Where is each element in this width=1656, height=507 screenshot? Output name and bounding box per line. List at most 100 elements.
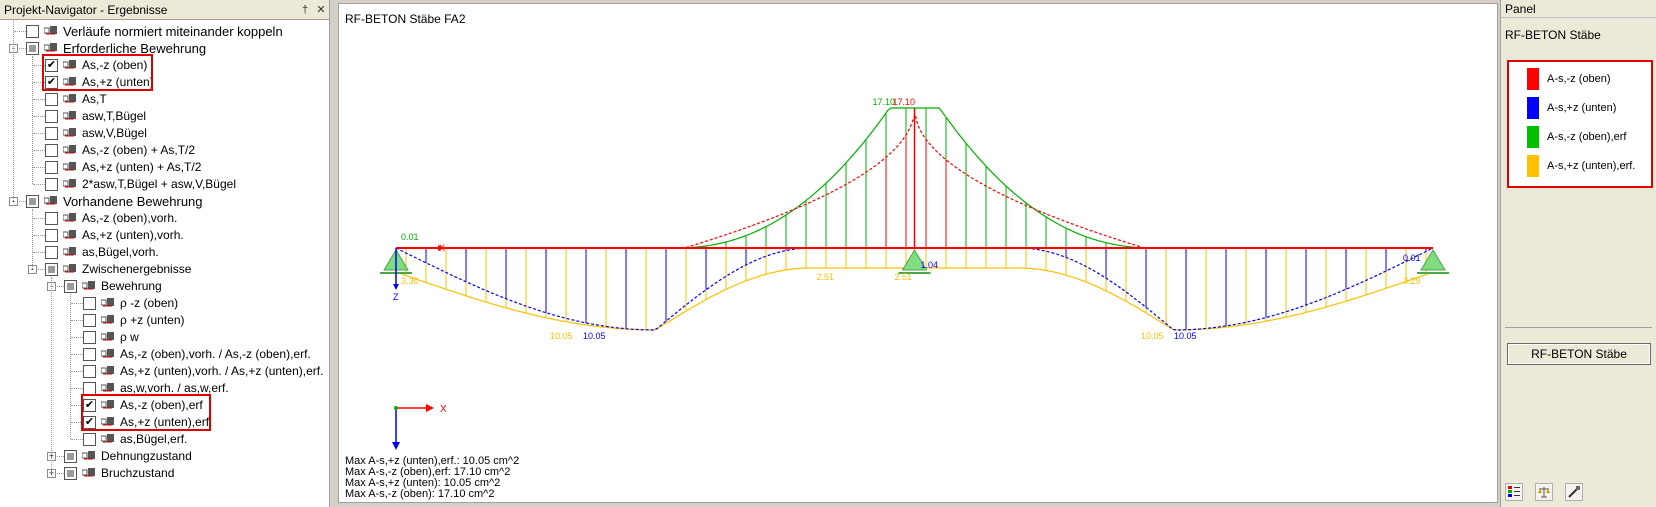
- tree-checkbox[interactable]: [26, 24, 39, 38]
- tree-connector: [33, 218, 45, 219]
- legend-item: A-s,-z (oben),erf: [1527, 126, 1626, 148]
- tree-checkbox[interactable]: [45, 92, 58, 106]
- tree-checkbox[interactable]: [83, 432, 96, 446]
- tree-checkbox[interactable]: [83, 330, 96, 344]
- color-scale-icon[interactable]: [1505, 483, 1523, 501]
- result-type-icon: [63, 94, 76, 103]
- tree-checkbox[interactable]: [45, 245, 58, 259]
- result-type-icon: [101, 349, 114, 358]
- tree-item[interactable]: as,Bügel,vorh.: [45, 243, 159, 261]
- value-label: 0.01: [1403, 253, 1421, 263]
- panel-toolbar: [1505, 483, 1583, 501]
- navigator-title: Projekt-Navigator - Ergebnisse: [4, 2, 168, 17]
- support-right: [1420, 249, 1446, 271]
- pin-icon[interactable]: †: [297, 4, 313, 16]
- tree-item-label: Vorhandene Bewehrung: [63, 193, 203, 209]
- tree-item[interactable]: As,T: [45, 90, 107, 108]
- tree-checkbox[interactable]: [45, 143, 58, 157]
- tree-connector: [71, 371, 83, 372]
- legend-item: A-s,+z (unten),erf.: [1527, 155, 1635, 177]
- tree-connector: [32, 56, 33, 184]
- graphics-view[interactable]: RF-BETON Stäbe FA2 17.10 17.10 0.01 3.30 0.0…: [338, 3, 1498, 503]
- value-label: 3.29: [1403, 276, 1421, 286]
- tree-checkbox[interactable]: [83, 347, 96, 361]
- curve-as-minus-z: [396, 112, 1431, 249]
- tree-checkbox[interactable]: [45, 262, 58, 276]
- tree-checkbox[interactable]: [64, 466, 77, 480]
- legend-swatch: [1527, 155, 1539, 177]
- tree-checkbox[interactable]: [45, 109, 58, 123]
- tree-item[interactable]: Bruchzustand: [64, 464, 174, 482]
- value-label: 0.01: [401, 232, 419, 242]
- tree-checkbox[interactable]: [45, 211, 58, 225]
- tree-item[interactable]: ρ w: [83, 328, 139, 346]
- tree-checkbox[interactable]: [45, 177, 58, 191]
- result-type-icon: [44, 43, 57, 52]
- local-z-arrow: [393, 284, 399, 290]
- legend-label: A-s,+z (unten): [1547, 102, 1617, 114]
- tree-connector: [71, 320, 83, 321]
- tree-checkbox[interactable]: [83, 381, 96, 395]
- tree-item[interactable]: Zwischenergebnisse: [45, 260, 191, 278]
- max-values-info: Max A-s,+z (unten),erf.: 10.05 cm^2 Max …: [345, 456, 519, 500]
- tree-item-label: As,-z (oben),vorh.: [82, 211, 178, 225]
- tree-item[interactable]: As,+z (unten) + As,T/2: [45, 158, 201, 176]
- tree-checkbox[interactable]: [45, 160, 58, 174]
- tree-item[interactable]: As,+z (unten),vorh.: [45, 226, 184, 244]
- tree-item[interactable]: Dehnungzustand: [64, 447, 192, 465]
- result-type-icon: [63, 230, 76, 239]
- tree-item[interactable]: As,+z (unten),vorh. / As,+z (unten),erf.: [83, 362, 323, 380]
- tree-item[interactable]: Bewehrung: [64, 277, 162, 295]
- tree-checkbox[interactable]: [83, 313, 96, 327]
- tree-item[interactable]: As,-z (oben) + As,T/2: [45, 141, 195, 159]
- result-type-icon: [101, 298, 114, 307]
- tree-connector: [70, 294, 71, 439]
- highlight-box: [81, 394, 211, 431]
- rf-beton-button[interactable]: RF-BETON Stäbe: [1507, 343, 1651, 365]
- tree-connector: [13, 20, 14, 201]
- tree-item-label: as,Bügel,erf.: [120, 432, 188, 446]
- tree-item[interactable]: As,-z (oben),vorh. / As,-z (oben),erf.: [83, 345, 311, 363]
- tree-item[interactable]: Vorhandene Bewehrung: [26, 192, 203, 210]
- value-label: 17.10: [893, 97, 916, 107]
- tree-item[interactable]: ρ +z (unten): [83, 311, 185, 329]
- tree-item-label: Bewehrung: [101, 279, 162, 293]
- filter-tool-icon[interactable]: [1565, 483, 1583, 501]
- tree-checkbox[interactable]: [83, 364, 96, 378]
- navigator-titlebar: Projekt-Navigator - Ergebnisse † ✕: [0, 0, 329, 20]
- highlight-box: [42, 54, 153, 91]
- value-label: 10.05: [1141, 331, 1164, 341]
- tree-item[interactable]: ρ -z (oben): [83, 294, 178, 312]
- tree-item-label: Zwischenergebnisse: [82, 262, 192, 276]
- tree-checkbox[interactable]: [26, 194, 39, 208]
- tree-item[interactable]: Verläufe normiert miteinander koppeln: [26, 22, 283, 40]
- tree-item[interactable]: asw,T,Bügel: [45, 107, 146, 125]
- close-icon[interactable]: ✕: [313, 3, 329, 16]
- tree-connector: [51, 277, 52, 473]
- balance-scale-icon[interactable]: [1535, 483, 1553, 501]
- tree-item-label: Dehnungzustand: [101, 449, 192, 463]
- result-type-icon: [63, 145, 76, 154]
- tree-item-label: Verläufe normiert miteinander koppeln: [63, 23, 283, 39]
- tree-item[interactable]: asw,V,Bügel: [45, 124, 147, 142]
- results-tree: Verläufe normiert miteinander koppeln - Er…: [0, 20, 329, 507]
- tree-checkbox[interactable]: [64, 449, 77, 463]
- result-type-icon: [101, 332, 114, 341]
- result-type-icon: [63, 128, 76, 137]
- tree-item[interactable]: As,-z (oben),vorh.: [45, 209, 177, 227]
- tree-checkbox[interactable]: [45, 126, 58, 140]
- tree-checkbox[interactable]: [64, 279, 77, 293]
- result-diagram[interactable]: 17.1017.100.013.300.013.292.51 2.511.0410…: [339, 4, 1499, 504]
- tree-checkbox[interactable]: [45, 228, 58, 242]
- tree-item-label: asw,V,Bügel: [82, 126, 147, 140]
- tree-connector: [71, 388, 83, 389]
- result-type-icon: [44, 26, 57, 35]
- tree-item-label: as,w,vorh. / as,w,erf.: [120, 381, 229, 395]
- tree-item[interactable]: 2*asw,T,Bügel + asw,V,Bügel: [45, 175, 236, 193]
- result-type-icon: [101, 434, 114, 443]
- tree-checkbox[interactable]: [83, 296, 96, 310]
- tree-checkbox[interactable]: [26, 41, 39, 55]
- tree-item-label: As,T: [82, 92, 107, 106]
- tree-item[interactable]: as,Bügel,erf.: [83, 430, 187, 448]
- tree-connector: [33, 252, 45, 253]
